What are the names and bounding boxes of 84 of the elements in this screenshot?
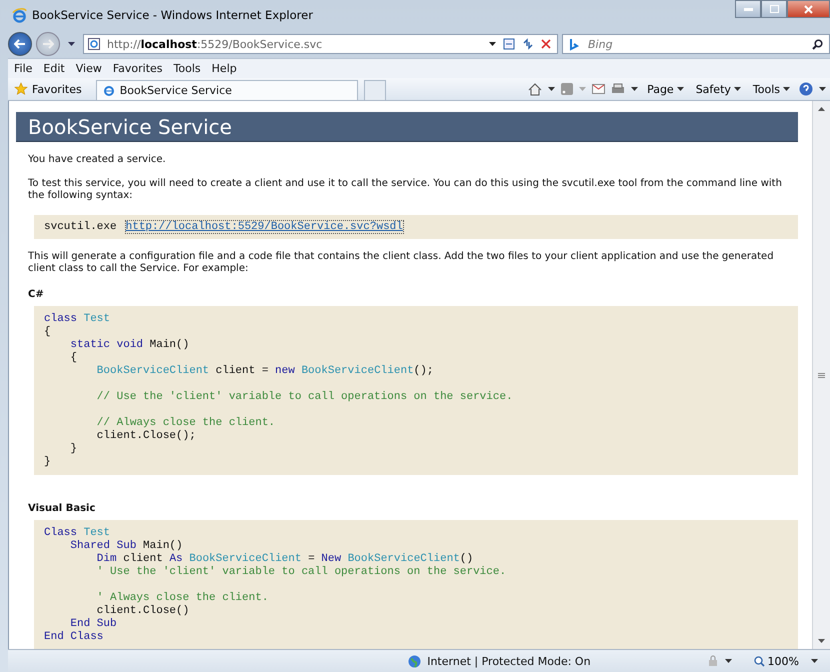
code-line: ' Always close the client. <box>96 592 270 605</box>
explanation-text: This will generate a configuration file and a code file that contains the client class. Add the two files to your client application and use the generated client class to call the Service. For example: <box>28 251 775 275</box>
code-line: Class Test <box>44 527 112 540</box>
refresh-icon[interactable] <box>522 38 534 50</box>
browser-logo-icon <box>12 8 27 22</box>
code-line: BookServiceClient client = new BookServiceClient(); <box>96 365 434 378</box>
search-box[interactable]: Bing <box>562 34 830 54</box>
compatibility-view-icon[interactable] <box>503 38 515 50</box>
scroll-grip-icon[interactable] <box>818 372 825 378</box>
page-heading: BookService Service <box>16 112 798 142</box>
intro-text: You have created a service. <box>28 154 167 166</box>
dropdown-caret-icon <box>724 659 732 663</box>
back-arrow-icon <box>14 39 26 49</box>
printer-icon[interactable] <box>611 83 626 95</box>
maximize-button[interactable] <box>761 0 787 18</box>
dropdown-caret-icon <box>489 42 496 46</box>
scroll-up-icon[interactable] <box>818 107 825 111</box>
code-line: client.Close() <box>96 605 190 618</box>
favorites-button[interactable]: Favorites <box>12 82 90 96</box>
search-icon[interactable] <box>812 38 823 50</box>
code-line: static void Main() <box>69 339 190 352</box>
scrollbar[interactable] <box>812 101 830 649</box>
command-menu-button[interactable]: Safety <box>692 82 744 96</box>
menu-item[interactable]: Tools <box>174 62 201 75</box>
minimize-button[interactable] <box>735 0 761 18</box>
dropdown-caret-icon <box>811 659 818 663</box>
instructions-text: To test this service, you will need to create a client and use it to call the service. You can do this using the svcutil.exe tool from the command line with the following syntax: <box>28 178 783 202</box>
lock-icon[interactable] <box>706 655 719 667</box>
mail-icon[interactable] <box>592 84 606 94</box>
address-bar[interactable]: http://localhost:5529/BookService.svc <box>83 34 558 54</box>
code-line: // Always close the client. <box>96 417 276 430</box>
code-line: Dim client As BookServiceClient = New BookServiceClient() <box>96 553 474 566</box>
wsdl-link[interactable]: http://localhost:5529/BookService.svc?wsdl <box>124 220 404 234</box>
command-menu-button[interactable]: Page <box>644 82 687 96</box>
url-text: http://localhost:5529/BookService.svc <box>107 38 322 50</box>
close-icon <box>804 4 813 14</box>
scroll-down-icon[interactable] <box>818 639 825 643</box>
dropdown-caret-icon <box>68 42 75 46</box>
code-line: } <box>44 456 52 469</box>
dropdown-caret-icon <box>548 87 556 91</box>
back-button[interactable] <box>8 32 32 56</box>
menu-item[interactable]: File <box>14 62 32 75</box>
close-button[interactable] <box>787 0 830 18</box>
maximize-icon <box>770 5 778 13</box>
minimize-icon <box>744 8 752 10</box>
window-title: BookService Service - Windows Internet Explorer <box>32 8 313 22</box>
dropdown-caret-icon <box>631 87 638 91</box>
command-text: svcutil.exe <box>44 221 117 233</box>
code-line: Shared Sub Main() <box>69 540 184 553</box>
menu-item[interactable]: View <box>76 62 102 75</box>
page-icon <box>88 38 100 50</box>
code-line: End Class <box>44 631 104 644</box>
menu-item[interactable]: Favorites <box>112 62 163 75</box>
dropdown-caret-icon <box>734 87 741 91</box>
language-label: Visual Basic <box>28 503 96 514</box>
command-menu-button[interactable]: Tools <box>750 82 793 96</box>
code-line: ' Use the 'client' variable to call operations on the service. <box>96 566 508 579</box>
home-icon[interactable] <box>528 82 542 96</box>
forward-arrow-icon <box>42 39 54 49</box>
search-engine-logo-icon <box>569 38 581 50</box>
code-line: { <box>44 326 52 339</box>
code-line: } <box>69 443 78 456</box>
code-line: class Test <box>44 313 112 326</box>
code-line: { <box>69 352 78 365</box>
stop-icon[interactable] <box>541 39 551 49</box>
language-label: C# <box>28 289 45 300</box>
dropdown-caret-icon <box>579 87 586 91</box>
zoom-button[interactable]: 100% <box>748 654 805 668</box>
tab-title: BookService Service <box>120 84 232 97</box>
browser-tab[interactable]: BookService Service <box>96 80 358 100</box>
dropdown-caret-icon <box>819 87 826 91</box>
code-line: // Use the 'client' variable to call operations on the service. <box>96 391 514 404</box>
security-zone-text: Internet | Protected Mode: On <box>427 654 591 668</box>
page-icon <box>102 84 115 96</box>
dropdown-caret-icon <box>783 87 790 91</box>
dropdown-caret-icon <box>676 87 684 91</box>
menu-item[interactable]: Edit <box>43 62 65 75</box>
star-icon <box>14 82 28 96</box>
help-icon[interactable] <box>799 82 813 96</box>
code-line: client.Close(); <box>96 430 197 443</box>
globe-icon <box>408 654 422 668</box>
code-line: End Sub <box>69 618 118 631</box>
menu-item[interactable]: Help <box>212 62 237 75</box>
zoom-icon <box>754 656 765 666</box>
